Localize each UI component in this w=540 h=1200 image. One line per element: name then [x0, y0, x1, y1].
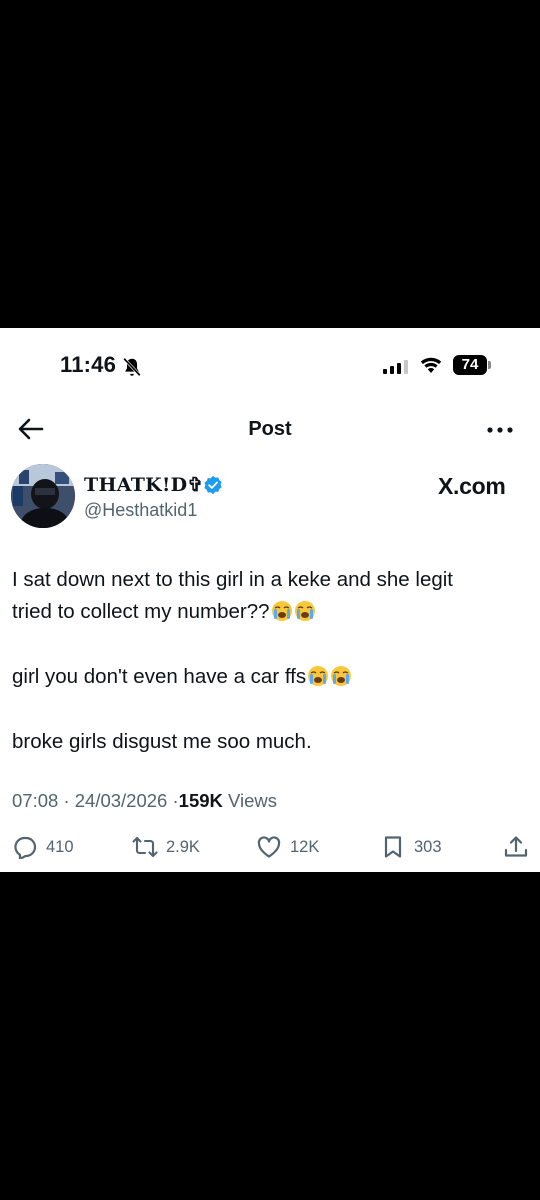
views-label: Views [228, 790, 278, 811]
tweet-text: girl you don't even have a car ffs [12, 665, 307, 688]
battery-cap [488, 361, 491, 369]
tweet-text-line: broke girls disgust me soo much. [12, 728, 312, 756]
share-icon [504, 836, 528, 857]
battery-level: 74 [453, 355, 487, 375]
status-time: 11:46 [60, 352, 117, 377]
more-options-icon[interactable] [487, 427, 513, 433]
user-handle[interactable]: @Hesthatkid1 [84, 500, 197, 521]
repost-icon [132, 836, 158, 858]
tweet-text: broke girls disgust me soo much. [12, 730, 312, 753]
crying-face-emoji-icon [271, 601, 292, 621]
tweet-time: 07:08 [12, 790, 59, 811]
crying-face-emoji-icon [294, 601, 315, 621]
tweet-text-line: I sat down next to this girl in a keke a… [12, 566, 453, 594]
tweet-text: I sat down next to this girl in a keke a… [12, 568, 454, 591]
bookmark-icon [384, 836, 402, 858]
like-count: 12K [290, 837, 320, 856]
reply-icon [14, 836, 37, 859]
bookmark-button[interactable]: 303 [380, 835, 442, 859]
meta-separator: · [63, 790, 70, 811]
views-count[interactable]: 159K [179, 790, 223, 811]
page-title: Post [248, 418, 292, 440]
reply-button[interactable]: 410 [12, 835, 74, 859]
tweet-text-line: girl you don't even have a car ffs [12, 663, 352, 691]
tweet-date: 24/03/2026 [74, 790, 168, 811]
wifi-icon [420, 357, 442, 373]
reply-count: 410 [46, 837, 74, 856]
repost-count: 2.9K [166, 837, 200, 856]
heart-icon [257, 836, 281, 858]
verified-badge-icon [204, 475, 222, 495]
tweet-meta: 07:08 · 24/03/2026 ·159K Views [12, 790, 277, 812]
tweet-text: tried to collect my number?? [12, 600, 270, 623]
tweet-text-line: tried to collect my number?? [12, 598, 316, 626]
avatar-image [11, 464, 75, 528]
bookmark-count: 303 [414, 837, 442, 856]
screenshot-card: 11:46 74 Post THATK!D✞ @Hesthatkid1 X.co… [0, 328, 540, 872]
repost-button[interactable]: 2.9K [132, 835, 200, 859]
signal-icon [383, 360, 408, 374]
avatar[interactable] [11, 464, 75, 528]
x-com-watermark: X.com [438, 473, 506, 499]
crying-face-emoji-icon [308, 666, 329, 686]
display-name[interactable]: THATK!D✞ [84, 474, 204, 496]
share-button[interactable] [503, 835, 537, 859]
bell-muted-icon [123, 357, 141, 377]
like-button[interactable]: 12K [256, 835, 319, 859]
crying-face-emoji-icon [331, 666, 352, 686]
